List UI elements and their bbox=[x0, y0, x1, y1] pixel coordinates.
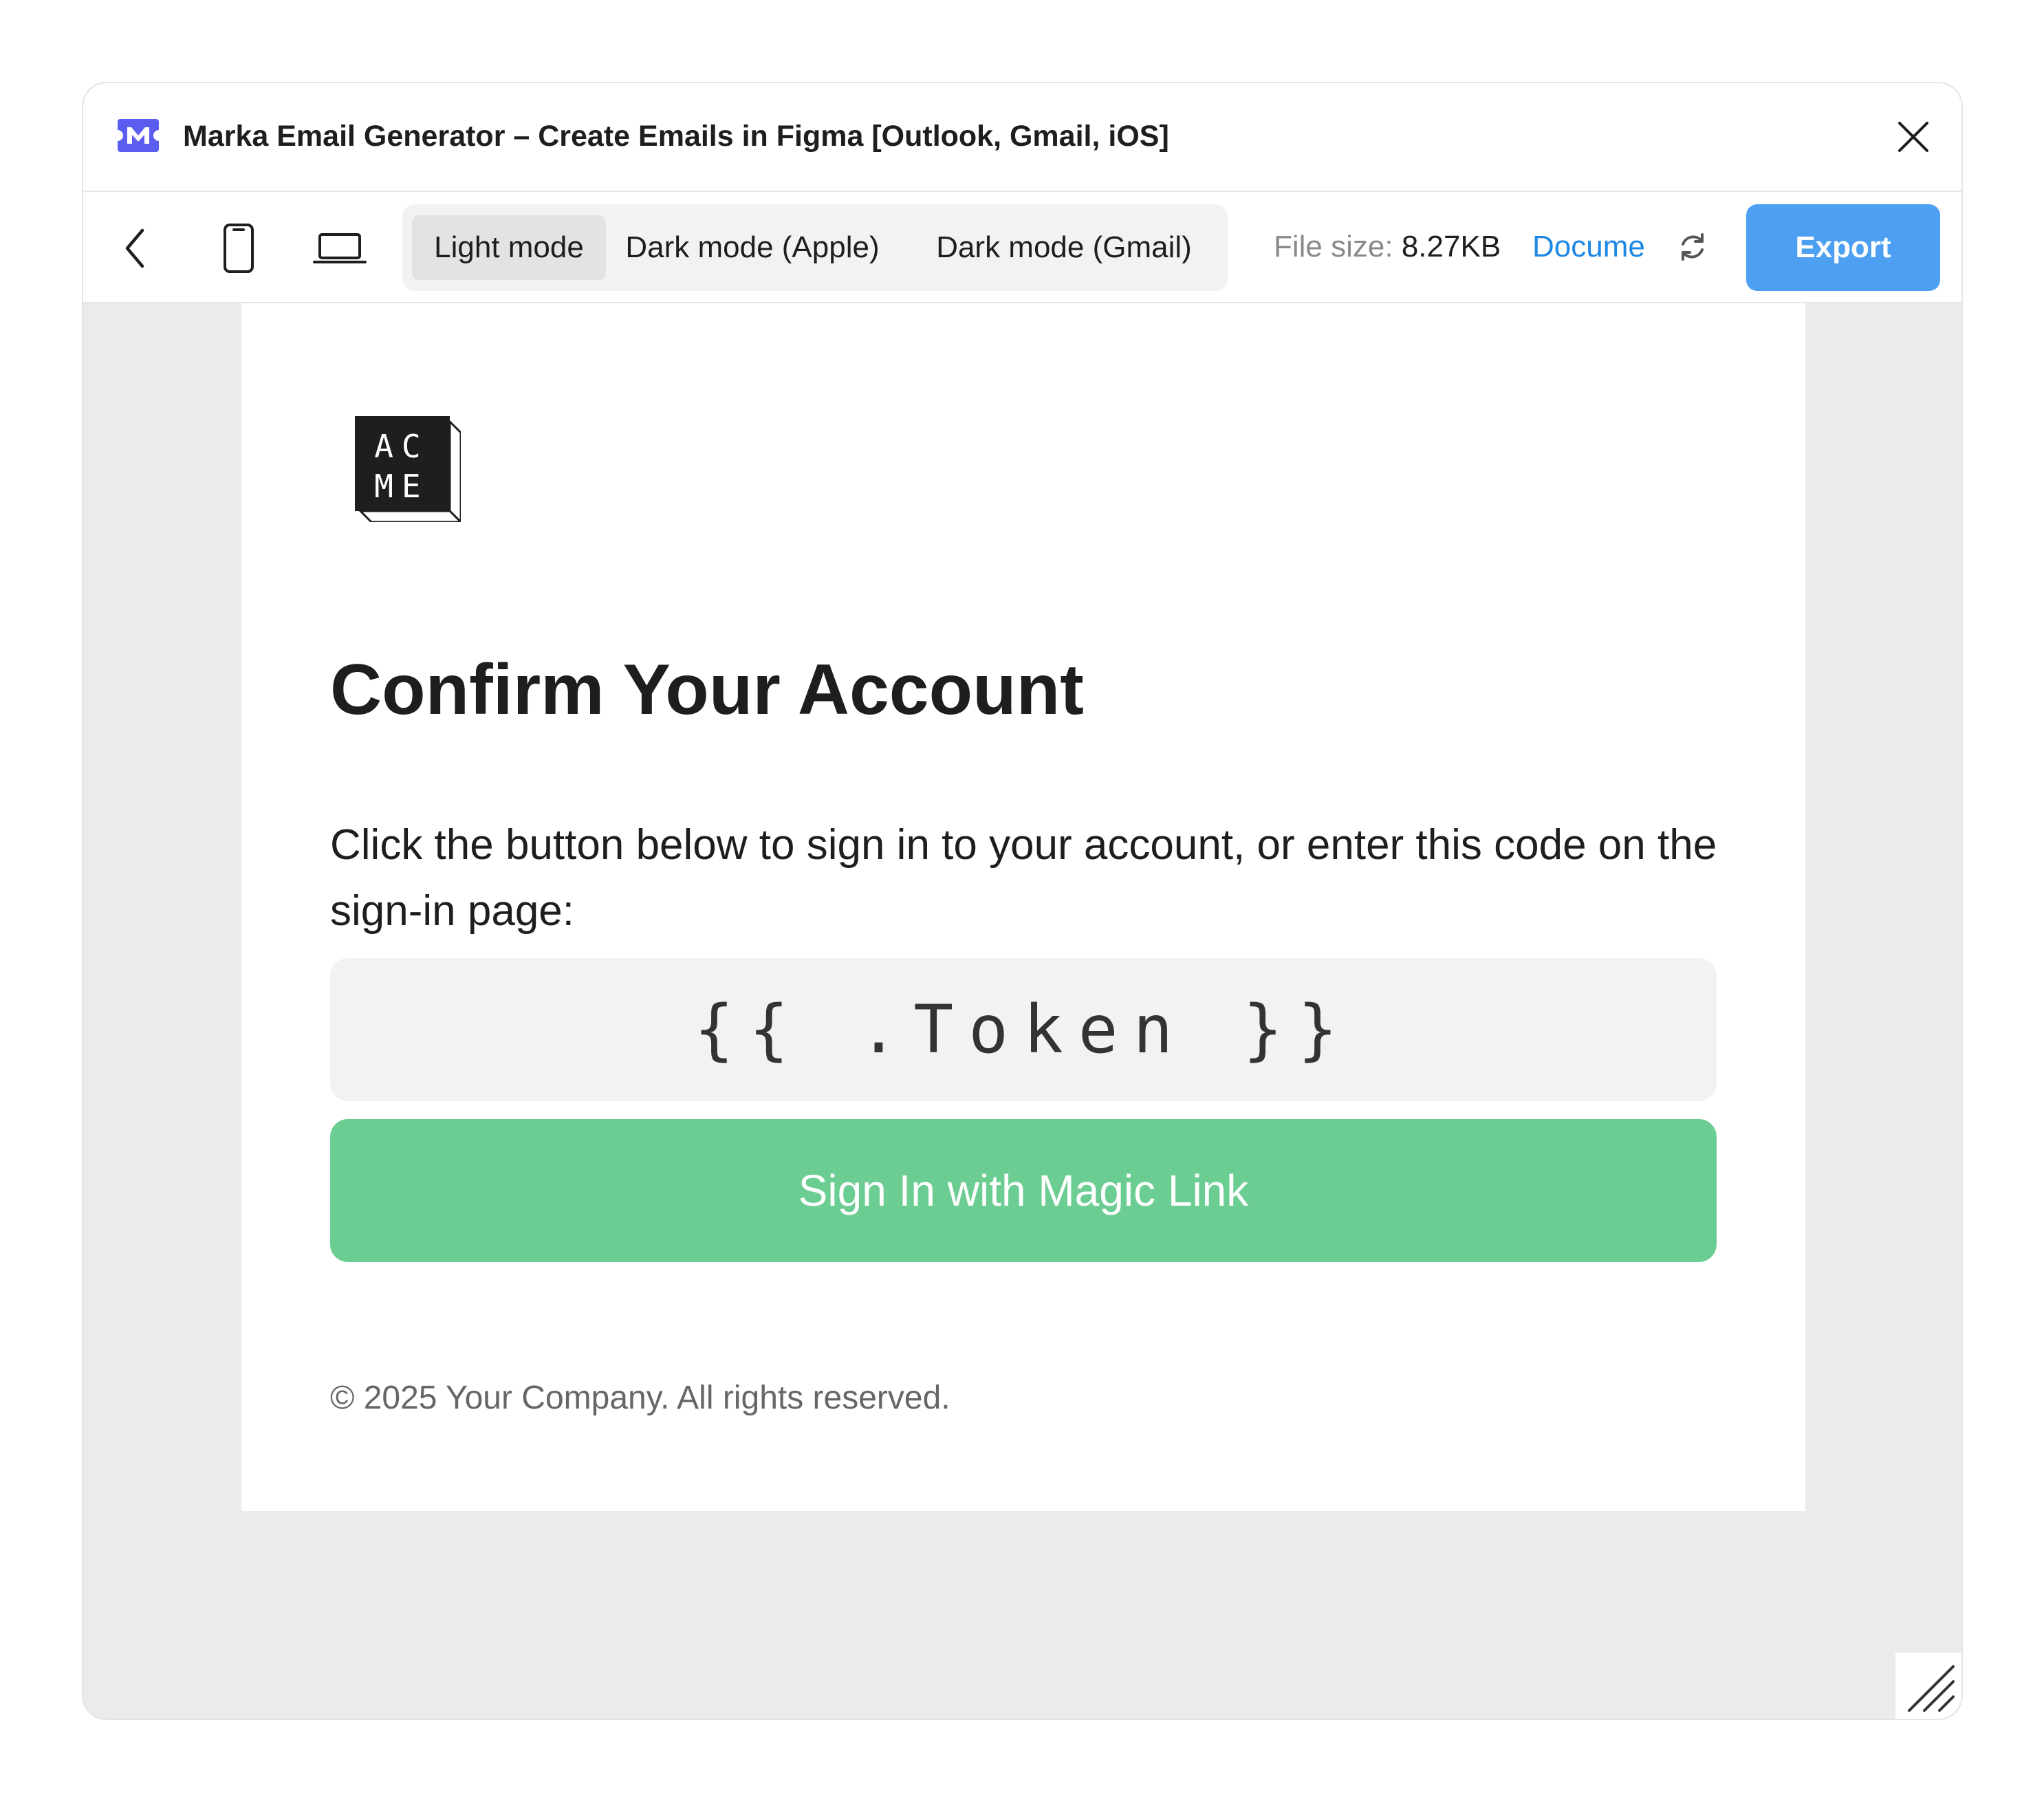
email-heading: Confirm Your Account bbox=[330, 650, 1084, 730]
token-code-box: {{ .Token }} bbox=[330, 958, 1717, 1101]
chevron-left-icon bbox=[125, 228, 144, 268]
resize-handle-icon bbox=[1908, 1665, 1955, 1712]
acme-logo: AC ME bbox=[355, 416, 461, 522]
sign-in-magic-link-button[interactable]: Sign In with Magic Link bbox=[330, 1119, 1717, 1262]
window-title: Marka Email Generator – Create Emails in… bbox=[183, 120, 1169, 153]
resize-handle[interactable] bbox=[1895, 1653, 1961, 1719]
email-preview: AC ME Confirm Your Account Click the but… bbox=[241, 303, 1805, 1511]
documentation-link[interactable]: Docume bbox=[1532, 226, 1649, 268]
light-mode-tab[interactable]: Light mode bbox=[412, 215, 606, 280]
email-footer: © 2025 Your Company. All rights reserved… bbox=[330, 1380, 950, 1416]
title-bar: Marka Email Generator – Create Emails in… bbox=[83, 83, 1961, 192]
refresh-icon[interactable] bbox=[1675, 229, 1710, 265]
mobile-preview-button[interactable] bbox=[218, 222, 259, 274]
mobile-device-icon bbox=[224, 224, 254, 273]
close-icon[interactable] bbox=[1894, 118, 1933, 156]
desktop-preview-button[interactable] bbox=[309, 222, 371, 274]
file-size-label: File size: bbox=[1274, 230, 1393, 263]
dark-mode-gmail-tab[interactable]: Dark mode (Gmail) bbox=[911, 215, 1217, 280]
mode-toggle-group: Light mode Dark mode (Apple) Dark mode (… bbox=[402, 204, 1228, 291]
dark-mode-apple-tab[interactable]: Dark mode (Apple) bbox=[611, 215, 893, 280]
export-button[interactable]: Export bbox=[1746, 204, 1940, 291]
toolbar: Light mode Dark mode (Apple) Dark mode (… bbox=[83, 192, 1961, 303]
acme-logo-text-top: AC bbox=[374, 428, 428, 465]
file-size-value: 8.27KB bbox=[1401, 230, 1501, 263]
acme-logo-text-bottom: ME bbox=[374, 468, 428, 505]
laptop-icon bbox=[313, 233, 367, 263]
plugin-window: Marka Email Generator – Create Emails in… bbox=[83, 83, 1961, 1719]
marka-logo-icon bbox=[118, 119, 159, 152]
email-body-text: Click the button below to sign in to you… bbox=[330, 821, 1717, 935]
file-size-readout: File size: 8.27KB bbox=[1274, 226, 1501, 268]
back-button[interactable] bbox=[115, 222, 156, 274]
